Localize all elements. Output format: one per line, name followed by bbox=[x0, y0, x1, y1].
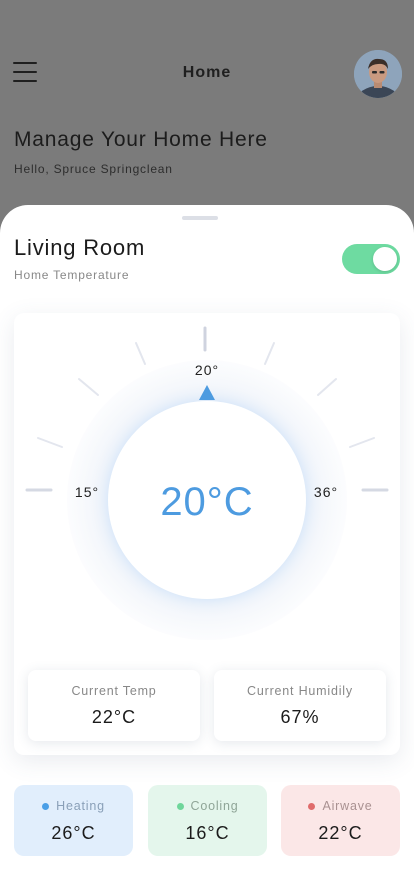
thermostat-card: 20° 15° 36° 20°C Current Temp 22°C Curre… bbox=[14, 313, 400, 755]
greeting-text: Hello, Spruce Springclean bbox=[14, 162, 173, 176]
current-humidity-label: Current Humidily bbox=[247, 684, 353, 698]
mode-value: 16°C bbox=[185, 823, 230, 843]
current-setpoint-display: 20°C bbox=[160, 480, 253, 524]
current-temp-value: 22°C bbox=[91, 707, 137, 727]
mode-label: Cooling bbox=[190, 799, 239, 813]
mode-card-cooling[interactable]: Cooling 16°C bbox=[148, 785, 267, 856]
mode-card-airwave[interactable]: Airwave 22°C bbox=[281, 785, 400, 856]
page-title: Home bbox=[182, 64, 232, 81]
current-temp-card: Current Temp 22°C bbox=[28, 670, 200, 741]
room-title: Living Room bbox=[14, 235, 146, 260]
mode-value: 22°C bbox=[318, 823, 363, 843]
thermostat-dial[interactable]: 20° 15° 36° 20°C bbox=[14, 313, 400, 673]
heating-dot-icon bbox=[42, 802, 50, 810]
mode-label: Airwave bbox=[322, 799, 373, 813]
room-sheet: Living Room Home Temperature 20° 15° 36°… bbox=[0, 205, 414, 896]
room-subtitle: Home Temperature bbox=[14, 268, 130, 282]
min-temp-label: 15° bbox=[75, 484, 99, 500]
cooling-dot-icon bbox=[176, 802, 184, 810]
current-humidity-value: 67% bbox=[280, 707, 320, 727]
mode-value: 26°C bbox=[51, 823, 96, 843]
page-heading: Manage Your Home Here bbox=[14, 128, 268, 151]
current-temp-label: Current Temp bbox=[71, 684, 157, 698]
airwave-dot-icon bbox=[308, 802, 316, 810]
background-header: Home Manage Your Home Here Hello, Spruce… bbox=[0, 0, 414, 220]
power-toggle[interactable] bbox=[342, 244, 400, 274]
sheet-grabber[interactable] bbox=[182, 216, 218, 220]
toggle-knob bbox=[373, 247, 397, 271]
mode-label: Heating bbox=[56, 799, 105, 813]
mode-card-heating[interactable]: Heating 26°C bbox=[14, 785, 133, 856]
avatar[interactable] bbox=[354, 50, 402, 98]
current-humidity-card: Current Humidily 67% bbox=[214, 670, 386, 741]
max-temp-label: 36° bbox=[314, 484, 338, 500]
setpoint-label: 20° bbox=[195, 362, 219, 378]
